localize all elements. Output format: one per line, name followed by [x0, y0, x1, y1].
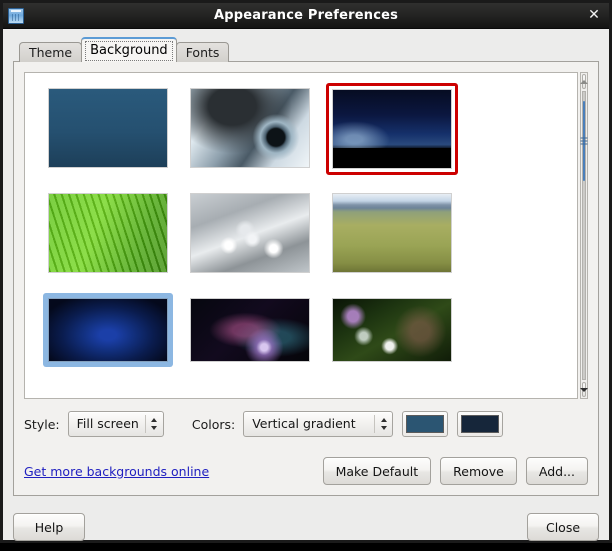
scroll-up-button[interactable]	[579, 74, 588, 89]
updown-chevron-icon	[375, 412, 392, 436]
get-more-backgrounds-link[interactable]: Get more backgrounds online	[24, 464, 209, 479]
tab-theme[interactable]: Theme	[19, 42, 83, 62]
help-button[interactable]: Help	[13, 513, 85, 541]
wallpaper-item-selected[interactable]	[321, 83, 463, 188]
wallpaper-selection-border	[326, 83, 458, 175]
wallpaper-icon-view[interactable]	[24, 72, 578, 399]
chevron-up-icon	[579, 79, 588, 84]
wallpaper-thumbnail-night-sky-horizon	[333, 90, 451, 168]
wallpaper-thumb-frame	[43, 188, 173, 278]
tab-strip: Theme Background Fonts	[13, 37, 599, 62]
wallpaper-thumbnail-green-leaf	[49, 194, 167, 272]
chevron-down-icon	[579, 387, 588, 392]
wallpaper-thumb-frame	[327, 293, 457, 367]
style-label: Style:	[24, 416, 60, 432]
make-default-button[interactable]: Make Default	[322, 457, 432, 485]
wallpaper-item[interactable]	[179, 293, 321, 398]
wallpaper-thumb-frame	[185, 293, 315, 367]
scrollbar-thumb[interactable]	[580, 100, 588, 181]
wallpaper-item[interactable]	[321, 188, 463, 293]
wallpaper-item[interactable]	[321, 293, 463, 398]
preferences-icon	[8, 7, 24, 24]
preferences-notebook: Theme Background Fonts Style: Fill scree…	[13, 37, 599, 496]
secondary-color-swatch	[461, 415, 500, 433]
wallpaper-thumb-frame	[185, 83, 315, 173]
colors-label: Colors:	[191, 416, 236, 432]
close-button[interactable]: Close	[527, 513, 599, 541]
colors-combobox[interactable]: Vertical gradient	[243, 411, 394, 437]
wallpaper-thumbnail-grass-field	[333, 194, 451, 272]
grip-icon	[580, 137, 588, 145]
background-tab-page: Style: Fill screen Colors: Vertical grad…	[13, 61, 599, 496]
style-colors-row: Style: Fill screen Colors: Vertical grad…	[24, 411, 588, 437]
window-title: Appearance Preferences	[213, 8, 399, 23]
primary-color-swatch	[406, 415, 445, 433]
wallpaper-list-row	[24, 72, 588, 399]
wallpaper-thumbnail-solid-blue-gradient	[49, 89, 167, 167]
tab-background-label: Background	[90, 43, 168, 58]
scrollbar-track[interactable]	[580, 91, 588, 380]
style-combobox-value: Fill screen	[76, 416, 139, 431]
wallpaper-grid	[37, 83, 571, 398]
background-actions-row: Get more backgrounds online Make Default…	[24, 457, 588, 485]
wallpaper-thumb-frame	[327, 188, 457, 278]
style-combobox[interactable]: Fill screen	[67, 411, 164, 437]
wallpaper-item[interactable]	[37, 83, 179, 188]
dialog-content: Theme Background Fonts Style: Fill scree…	[3, 29, 609, 504]
dialog-action-area: Help Close	[3, 504, 609, 551]
wallpaper-item-highlighted[interactable]	[37, 293, 179, 398]
wallpaper-item[interactable]	[37, 188, 179, 293]
title-bar: Appearance Preferences ✕	[3, 3, 609, 29]
wallpaper-thumb-frame	[185, 188, 315, 278]
wallpaper-item[interactable]	[179, 188, 321, 293]
wallpaper-thumb-frame	[43, 83, 173, 173]
primary-color-button[interactable]	[402, 411, 449, 437]
add-button[interactable]: Add...	[525, 457, 588, 485]
wallpaper-list-scrollbar[interactable]	[579, 72, 588, 399]
tab-fonts[interactable]: Fonts	[175, 42, 230, 62]
wallpaper-highlight	[43, 293, 173, 367]
wallpaper-thumbnail-grayscale-dew	[191, 194, 309, 272]
wallpaper-item[interactable]	[179, 83, 321, 188]
wallpaper-thumbnail-water-droplet	[191, 89, 309, 167]
wallpaper-thumbnail-dark-blue-desktop	[49, 299, 167, 361]
appearance-preferences-window: Appearance Preferences ✕ Theme Backgroun…	[0, 0, 612, 543]
updown-chevron-icon	[146, 412, 163, 436]
wallpaper-thumbnail-nebula-aurora	[191, 299, 309, 361]
secondary-color-button[interactable]	[457, 411, 504, 437]
tab-background[interactable]: Background	[81, 37, 177, 62]
remove-button[interactable]: Remove	[440, 457, 517, 485]
close-icon[interactable]: ✕	[586, 7, 602, 23]
wallpaper-thumbnail-dew-drops-moss	[333, 299, 451, 361]
colors-combobox-value: Vertical gradient	[252, 416, 356, 431]
scroll-down-button[interactable]	[579, 382, 588, 397]
